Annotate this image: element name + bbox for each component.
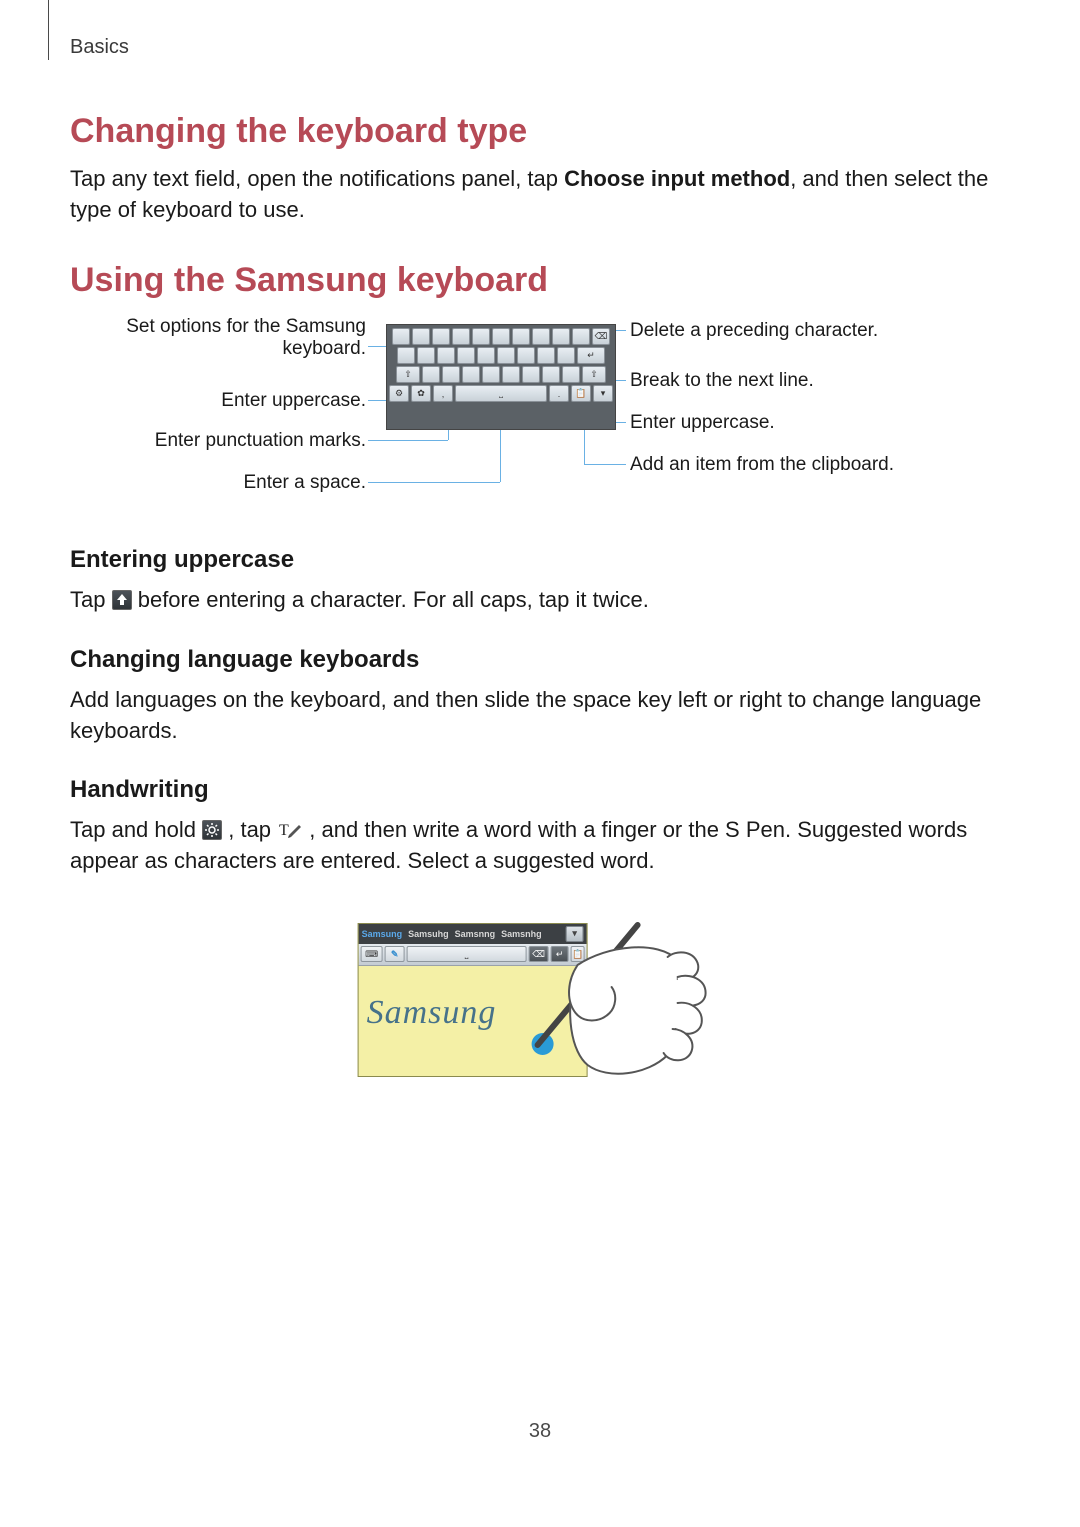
enter-key-icon: ↵ bbox=[577, 347, 605, 364]
punctuation-key-icon: , bbox=[433, 385, 453, 402]
backspace-key-icon: ⌫ bbox=[592, 328, 610, 345]
pen-mode-icon: ✎ bbox=[385, 946, 405, 962]
spacebar-key-icon: ⎵ bbox=[455, 385, 547, 402]
callout-enter-punctuation: Enter punctuation marks. bbox=[155, 430, 366, 453]
t-pen-icon: T bbox=[277, 820, 303, 840]
spacebar-key-icon: ⎵ bbox=[407, 946, 527, 962]
handwriting-panel: Samsung Samsuhg Samsnng Samsnhg ▾ ⌨ ✎ ⎵ … bbox=[358, 923, 588, 1077]
leader-line bbox=[368, 440, 448, 441]
page: Basics Changing the keyboard type Tap an… bbox=[0, 0, 1080, 1527]
leader-line bbox=[584, 464, 626, 465]
text-fragment: Tap and hold bbox=[70, 817, 202, 842]
callout-break-next-line: Break to the next line. bbox=[630, 370, 814, 393]
callout-enter-space: Enter a space. bbox=[243, 472, 366, 495]
leader-line bbox=[368, 482, 500, 483]
breadcrumb: Basics bbox=[70, 36, 129, 59]
suggestion-word: Samsnng bbox=[455, 929, 496, 939]
handwriting-illustration: Samsung Samsuhg Samsnng Samsnhg ▾ ⌨ ✎ ⎵ … bbox=[358, 911, 678, 1105]
suggestion-word: Samsuhg bbox=[408, 929, 449, 939]
pen-tip-indicator bbox=[532, 1033, 554, 1055]
subheading-entering-uppercase: Entering uppercase bbox=[70, 546, 1010, 574]
shift-right-key-icon: ⇧ bbox=[582, 366, 606, 383]
hide-keyboard-key-icon: ▾ bbox=[593, 385, 613, 402]
leader-line bbox=[584, 426, 585, 464]
suggestion-bar: Samsung Samsuhg Samsnng Samsnhg ▾ bbox=[359, 924, 587, 944]
callout-clipboard: Add an item from the clipboard. bbox=[630, 454, 894, 477]
heading-using-samsung-keyboard: Using the Samsung keyboard bbox=[70, 261, 1010, 300]
callout-enter-uppercase-right: Enter uppercase. bbox=[630, 412, 775, 435]
para-changing-keyboard-type: Tap any text field, open the notificatio… bbox=[70, 163, 1010, 225]
callout-set-options-line1: Set options for the Samsung bbox=[126, 316, 366, 339]
para-changing-language: Add languages on the keyboard, and then … bbox=[70, 684, 1010, 746]
shift-icon bbox=[112, 590, 132, 610]
text-fragment: before entering a character. For all cap… bbox=[138, 587, 649, 612]
para-entering-uppercase: Tap before entering a character. For all… bbox=[70, 584, 1010, 615]
callout-set-options-line2: keyboard. bbox=[283, 338, 366, 361]
callout-delete-preceding: Delete a preceding character. bbox=[630, 320, 878, 343]
gear-key-icon: ✿ bbox=[411, 385, 431, 402]
page-number: 38 bbox=[0, 1420, 1080, 1443]
clipboard-key-icon: 📋 bbox=[571, 946, 585, 962]
suggestion-word: Samsnhg bbox=[501, 929, 542, 939]
text-bold-choose-input-method: Choose input method bbox=[564, 166, 790, 191]
text-fragment: Tap bbox=[70, 587, 112, 612]
suggestion-word: Samsung bbox=[362, 929, 403, 939]
para-handwriting: Tap and hold , tap T , and then write a … bbox=[70, 814, 1010, 876]
svg-text:T: T bbox=[279, 822, 289, 839]
clipboard-key-icon: 📋 bbox=[571, 385, 591, 402]
keyboard-illustration: ⌫ ↵ ⇧⇧ ⚙ ✿ , ⎵ . 📋 ▾ bbox=[386, 324, 616, 430]
heading-changing-keyboard-type: Changing the keyboard type bbox=[70, 112, 1010, 151]
enter-key-icon: ↵ bbox=[551, 946, 569, 962]
handwritten-text: Samsung bbox=[367, 994, 497, 1032]
subheading-handwriting: Handwriting bbox=[70, 776, 1010, 804]
backspace-key-icon: ⌫ bbox=[529, 946, 549, 962]
keyboard-diagram: Set options for the Samsung keyboard. En… bbox=[108, 316, 1048, 516]
chevron-down-icon: ▾ bbox=[566, 926, 584, 942]
margin-rule bbox=[48, 0, 49, 60]
keyboard-mode-icon: ⌨ bbox=[361, 946, 383, 962]
gear-icon bbox=[202, 820, 222, 840]
text-fragment: , tap bbox=[228, 817, 277, 842]
callout-enter-uppercase-left: Enter uppercase. bbox=[221, 390, 366, 413]
settings-key-icon: ⚙ bbox=[389, 385, 409, 402]
subheading-changing-language: Changing language keyboards bbox=[70, 646, 1010, 674]
leader-line bbox=[500, 428, 501, 482]
handwriting-toolbar: ⌨ ✎ ⎵ ⌫ ↵ 📋 bbox=[359, 944, 587, 966]
text-fragment: Tap any text field, open the notificatio… bbox=[70, 166, 564, 191]
shift-left-key-icon: ⇧ bbox=[396, 366, 420, 383]
